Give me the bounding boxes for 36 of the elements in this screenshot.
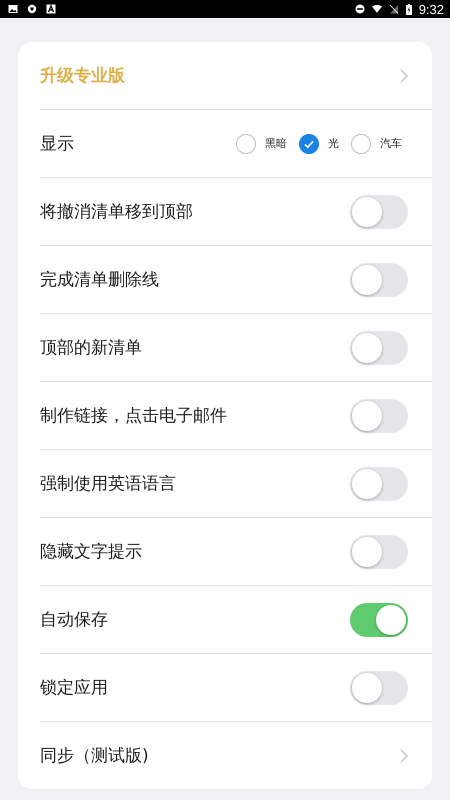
wifi-icon xyxy=(372,4,382,14)
radio-button[interactable] xyxy=(236,134,256,154)
image-icon xyxy=(8,4,18,14)
setting-label: 显示 xyxy=(40,133,74,155)
item-label: 升级专业版 xyxy=(40,65,125,87)
toggle-switch[interactable] xyxy=(350,330,408,364)
toggle-switch[interactable] xyxy=(350,602,408,636)
font-icon xyxy=(46,4,56,14)
toggle-switch[interactable] xyxy=(350,670,408,704)
chevron-right-icon xyxy=(400,748,408,762)
settings-item[interactable]: 同步（测试版) xyxy=(40,722,432,789)
setting-label: 隐藏文字提示 xyxy=(40,541,142,563)
do-not-disturb-icon xyxy=(354,4,365,14)
clock: 9:32 xyxy=(418,2,444,16)
radio-button[interactable] xyxy=(351,134,371,154)
battery-icon xyxy=(406,4,412,14)
toggle-switch[interactable] xyxy=(350,194,408,228)
chevron-right-icon xyxy=(400,68,408,82)
toggle-switch[interactable] xyxy=(350,398,408,432)
setting-label: 完成清单删除线 xyxy=(40,269,159,291)
option-label: 汽车 xyxy=(380,136,402,151)
signal-icon xyxy=(388,4,399,14)
option-label: 黑暗 xyxy=(265,136,287,151)
setting-label: 将撤消清单移到顶部 xyxy=(40,201,193,223)
radio-button[interactable] xyxy=(299,134,319,154)
setting-label: 锁定应用 xyxy=(40,677,108,699)
setting-label: 顶部的新清单 xyxy=(40,337,142,359)
setting-label: 自动保存 xyxy=(40,609,108,631)
toggle-switch[interactable] xyxy=(350,534,408,568)
item-label: 同步（测试版) xyxy=(40,745,149,767)
option-label: 光 xyxy=(328,136,339,151)
toggle-switch[interactable] xyxy=(350,262,408,296)
shield-icon xyxy=(27,4,37,14)
setting-label: 强制使用英语语言 xyxy=(40,473,176,495)
setting-label: 制作链接，点击电子邮件 xyxy=(40,405,227,427)
toggle-switch[interactable] xyxy=(350,466,408,500)
